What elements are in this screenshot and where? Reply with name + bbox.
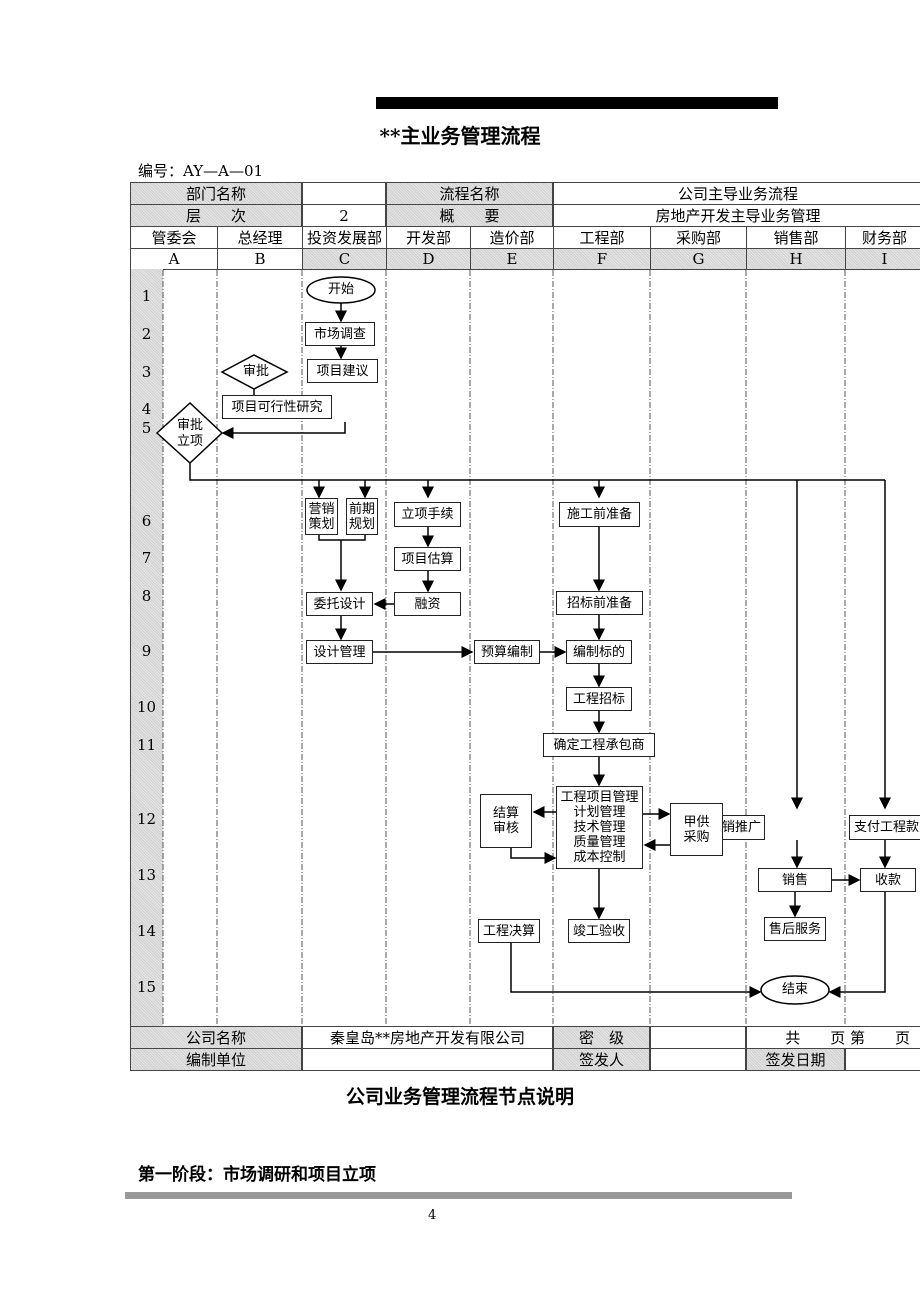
financing-box: 融资 (394, 592, 461, 616)
sales-box: 销售 (758, 868, 832, 892)
pre-construction-box: 施工前准备 (559, 502, 640, 527)
project-mgmt-box: 工程项目管理 计划管理 技术管理 质量管理 成本控制 (556, 786, 643, 869)
page-number: 4 (428, 1208, 437, 1223)
signer-value (650, 1048, 746, 1071)
estimate-box: 项目估算 (394, 547, 461, 571)
flow-arrow (828, 892, 886, 998)
unit-value (302, 1048, 553, 1071)
payment-box: 支付工程款 (849, 815, 920, 840)
settlement-box: 结算 审核 (480, 794, 532, 848)
tender-doc-box: 编制标的 (566, 640, 632, 664)
procurement-box: 甲供 采购 (670, 803, 723, 856)
section-title: 公司业务管理流程节点说明 (345, 1086, 574, 1108)
signer-label: 签发人 (553, 1048, 650, 1071)
flow-arrow (510, 943, 762, 998)
date-label: 签发日期 (746, 1048, 845, 1071)
collection-box: 收款 (860, 868, 916, 892)
pre-tender-box: 招标前准备 (556, 591, 643, 615)
flow-arrow (221, 422, 346, 439)
approve-project-label: 审批 立项 (176, 418, 203, 449)
secret-value (650, 1026, 746, 1049)
end-label: 结束 (781, 982, 808, 997)
setup-box: 立项手续 (394, 502, 461, 527)
commission-design-box: 委托设计 (306, 592, 373, 616)
marketing-plan-box: 营销 策划 (305, 498, 338, 535)
page-count: 共 页 第 页 (746, 1026, 920, 1049)
approve-label: 审批 (242, 364, 269, 379)
contractor-box: 确定工程承包商 (543, 733, 655, 757)
proposal-box: 项目建议 (307, 359, 378, 383)
early-plan-box: 前期 规划 (346, 498, 378, 535)
company-value: 秦皇岛**房地产开发有限公司 (302, 1026, 553, 1049)
bottom-rule (125, 1192, 792, 1199)
budget-box: 预算编制 (474, 640, 540, 664)
design-mgmt-box: 设计管理 (306, 640, 373, 664)
tender-box: 工程招标 (566, 687, 632, 711)
flow-arrow (510, 848, 557, 864)
company-label: 公司名称 (130, 1026, 302, 1049)
start-label: 开始 (327, 282, 354, 297)
unit-label: 编制单位 (130, 1048, 302, 1071)
feasibility-box: 项目可行性研究 (222, 395, 332, 419)
flow-arrow (189, 463, 885, 481)
acceptance-box: 竣工验收 (568, 919, 630, 943)
phase-heading: 第一阶段：市场调研和项目立项 (138, 1165, 376, 1185)
market-box: 市场调查 (305, 322, 375, 346)
flow-arrow (318, 535, 366, 541)
final-account-box: 工程决算 (478, 919, 540, 943)
date-value (845, 1048, 920, 1071)
after-sales-box: 售后服务 (764, 917, 826, 941)
secret-label: 密 级 (553, 1026, 650, 1049)
